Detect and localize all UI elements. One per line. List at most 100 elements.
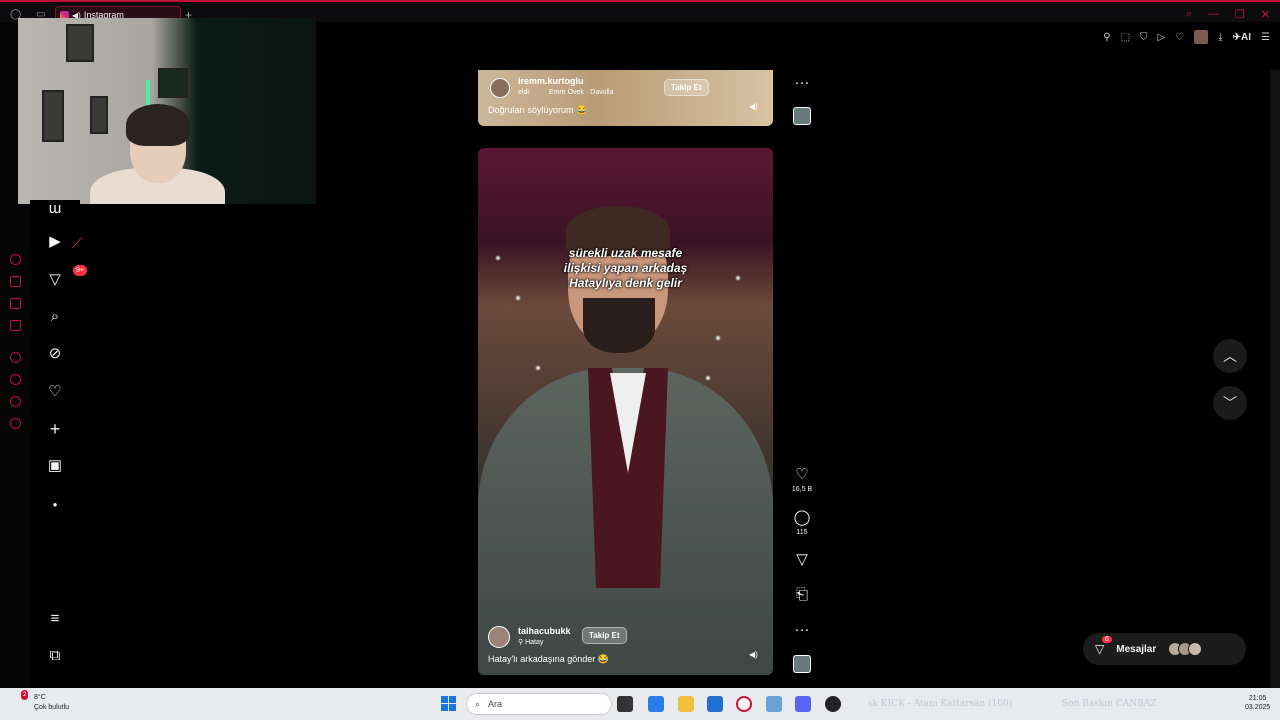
weather-widget[interactable]: 2 8°C Çok bulutlu xyxy=(12,690,70,713)
heart-icon[interactable]: ♡ xyxy=(1175,32,1184,43)
follow-button[interactable]: Takip Et xyxy=(582,627,627,644)
search-placeholder: Ara xyxy=(488,699,503,709)
shield-icon[interactable]: ⛉ xyxy=(1140,32,1148,43)
reel-caption: Hatay'lı arkadaşına gönder 😂 xyxy=(488,654,609,664)
like-button[interactable]: ♡ 16,5 B xyxy=(790,466,814,493)
store-icon[interactable] xyxy=(707,696,723,712)
notification-badge: 9+ xyxy=(73,265,87,276)
weather-desc: Çok bulutlu xyxy=(34,704,70,711)
system-clock[interactable]: 21:05 03.2025 xyxy=(1245,694,1270,712)
app-icon[interactable] xyxy=(766,696,782,712)
page-scrollbar[interactable] xyxy=(1270,70,1280,688)
overlay-line: ilişkisi yapan arkadaş xyxy=(563,261,688,275)
play-icon[interactable]: ▷ xyxy=(1158,32,1166,43)
reel-current[interactable]: sürekli uzak mesafe ilişkisi yapan arkad… xyxy=(478,148,773,675)
windows-logo-tile xyxy=(441,696,448,703)
search-icon: ⌕ xyxy=(475,698,481,709)
avatar[interactable] xyxy=(488,626,510,648)
start-button[interactable] xyxy=(441,696,456,711)
poster-image xyxy=(66,24,94,62)
chevron-down-icon: ﹀ xyxy=(1223,395,1237,411)
maximize-icon[interactable]: ❐ xyxy=(1235,8,1245,21)
webcam-overlay xyxy=(18,18,316,204)
windows-taskbar: 2 8°C Çok bulutlu ⌕ Ara sk KICK - Atanı … xyxy=(0,688,1280,720)
notifications-heart-icon[interactable]: ♡ xyxy=(46,383,64,401)
task-view-icon[interactable] xyxy=(617,696,633,712)
create-icon[interactable]: + xyxy=(46,420,64,438)
windows-logo-tile xyxy=(449,704,456,711)
heart-icon: ♡ xyxy=(795,466,809,483)
taskbar-app-title[interactable]: Son Baskın CANBAZ xyxy=(1062,699,1156,709)
reel-caption: Doğruları söylüyorum 😂 xyxy=(488,105,588,115)
clock-time: 21:05 xyxy=(1248,695,1267,702)
comment-button[interactable]: ◯ 115 xyxy=(790,509,814,536)
mute-icon[interactable]: ◀) xyxy=(749,102,758,111)
profile-avatar[interactable]: ● xyxy=(46,496,64,514)
menu-icon[interactable]: ☰ xyxy=(1261,32,1270,43)
workspace-icon[interactable] xyxy=(10,276,21,287)
app-icon[interactable] xyxy=(825,696,841,712)
pin-icon[interactable]: ⚲ xyxy=(1103,32,1110,43)
bookmark-icon: ⎗ xyxy=(795,586,808,603)
minimize-icon[interactable]: — xyxy=(1208,8,1219,21)
audio-thumbnail[interactable] xyxy=(793,107,811,125)
person-beard xyxy=(583,298,655,353)
next-reel-button[interactable]: ﹀ xyxy=(1213,386,1247,420)
messages-button[interactable]: ▽ 6 Mesajlar xyxy=(1083,633,1246,665)
close-icon[interactable]: ✕ xyxy=(1261,8,1270,21)
whatsapp-icon[interactable] xyxy=(10,396,21,407)
player-icon[interactable] xyxy=(10,352,21,363)
apps-icon[interactable]: ⧉ xyxy=(46,647,64,665)
opera-icon[interactable] xyxy=(736,696,752,712)
download-icon[interactable]: ⤓ xyxy=(1218,32,1222,43)
mail-icon[interactable] xyxy=(10,320,21,331)
dashboard-icon[interactable]: ▣ xyxy=(46,457,64,475)
reel-location[interactable]: ⚲ Hatay xyxy=(518,638,543,646)
follow-button[interactable]: Takip Et xyxy=(664,79,709,96)
like-count: 16,5 B xyxy=(791,486,813,493)
poster-image xyxy=(90,96,108,134)
more-label: ··· xyxy=(794,74,810,91)
poster-image xyxy=(158,68,188,98)
reel-previous[interactable]: iremm.kurtoglu eldi Emre Övek · Davulla … xyxy=(478,70,773,126)
history-icon[interactable] xyxy=(10,374,21,385)
share-button[interactable]: ▽ xyxy=(790,551,814,569)
copilot-icon[interactable] xyxy=(648,696,664,712)
overlay-line: Hataylıya denk gelir xyxy=(569,276,682,290)
window-controls: ⌕ — ❐ ✕ xyxy=(1186,8,1270,21)
more-menu-icon[interactable]: ≡ xyxy=(46,610,64,628)
audio-thumbnail[interactable] xyxy=(793,655,811,673)
explore-icon[interactable]: ⊘ xyxy=(46,345,64,363)
reel-audio[interactable]: Emre Övek · Davulla xyxy=(549,89,614,96)
save-button[interactable]: ⎗ xyxy=(790,586,814,604)
reel-username[interactable]: iremm.kurtoglu xyxy=(518,76,584,86)
settings-icon[interactable] xyxy=(10,418,21,429)
taskbar-search[interactable]: ⌕ Ara xyxy=(466,693,612,715)
threads-icon[interactable]: ɯ xyxy=(46,200,64,218)
comment-icon: ◯ xyxy=(793,509,811,526)
reel-overlay-text: sürekli uzak mesafe ilişkisi yapan arkad… xyxy=(478,246,773,291)
overlay-line: sürekli uzak mesafe xyxy=(568,246,683,260)
file-explorer-icon[interactable] xyxy=(678,696,694,712)
aria-ai-button[interactable]: ✈AI xyxy=(1233,32,1251,43)
search-icon[interactable]: ⌕ xyxy=(1186,8,1192,21)
speed-dial-icon[interactable] xyxy=(10,254,21,265)
reel-meta-left: eldi xyxy=(518,89,529,96)
app-logo-icon: ⟋ xyxy=(72,235,82,251)
more-options-button[interactable]: ··· xyxy=(790,621,814,639)
taskbar-app-title[interactable]: sk KICK - Atanı Kattarsan (100) xyxy=(868,699,1012,709)
mute-icon[interactable]: ◀) xyxy=(749,650,758,659)
previous-reel-button[interactable]: ︿ xyxy=(1213,339,1247,373)
reel-username[interactable]: talhacubukk xyxy=(518,626,571,636)
windows-logo-tile xyxy=(441,704,448,711)
location-label: Hatay xyxy=(525,639,544,646)
discord-icon[interactable] xyxy=(795,696,811,712)
profile-avatar[interactable] xyxy=(1194,30,1209,44)
direct-icon[interactable]: ▽ 9+ xyxy=(46,265,87,289)
avatar[interactable] xyxy=(490,78,510,98)
snapshot-icon[interactable]: ⬚ xyxy=(1121,32,1130,43)
reels-icon[interactable]: ▶ xyxy=(46,233,64,251)
search-icon[interactable]: ⌕ xyxy=(46,308,64,326)
more-options-button[interactable]: ··· xyxy=(790,74,814,92)
messenger-icon[interactable] xyxy=(10,298,21,309)
